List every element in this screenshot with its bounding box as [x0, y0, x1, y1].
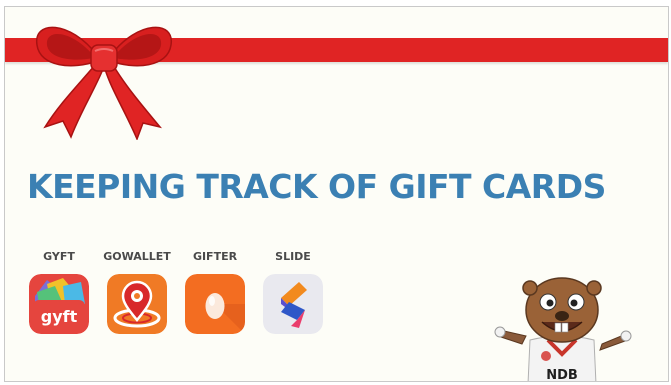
slide-app-icon [263, 274, 323, 334]
app-label-gowallet: GOWALLET [103, 250, 171, 263]
gift-card-banner: KEEPING TRACK OF GIFT CARDS GYFT gyft GO… [4, 6, 669, 382]
bow-icon [36, 26, 172, 140]
app-slide[interactable]: SLIDE [253, 250, 333, 334]
app-label-gyft: GYFT [43, 250, 75, 263]
gifter-app-icon [185, 274, 245, 334]
app-gyft[interactable]: GYFT gyft [19, 250, 99, 334]
beaver-mascot-icon: NDB [494, 277, 632, 382]
app-label-slide: SLIDE [275, 250, 311, 263]
gowallet-app-icon [107, 274, 167, 334]
app-gifter[interactable]: GIFTER [175, 250, 255, 334]
page-title: KEEPING TRACK OF GIFT CARDS [27, 167, 606, 206]
app-gowallet[interactable]: GOWALLET [97, 250, 177, 334]
svg-text:gyft: gyft [41, 307, 78, 326]
gyft-app-icon: gyft [29, 274, 89, 334]
svg-text:NDB: NDB [546, 368, 578, 382]
app-label-gifter: GIFTER [192, 250, 238, 263]
